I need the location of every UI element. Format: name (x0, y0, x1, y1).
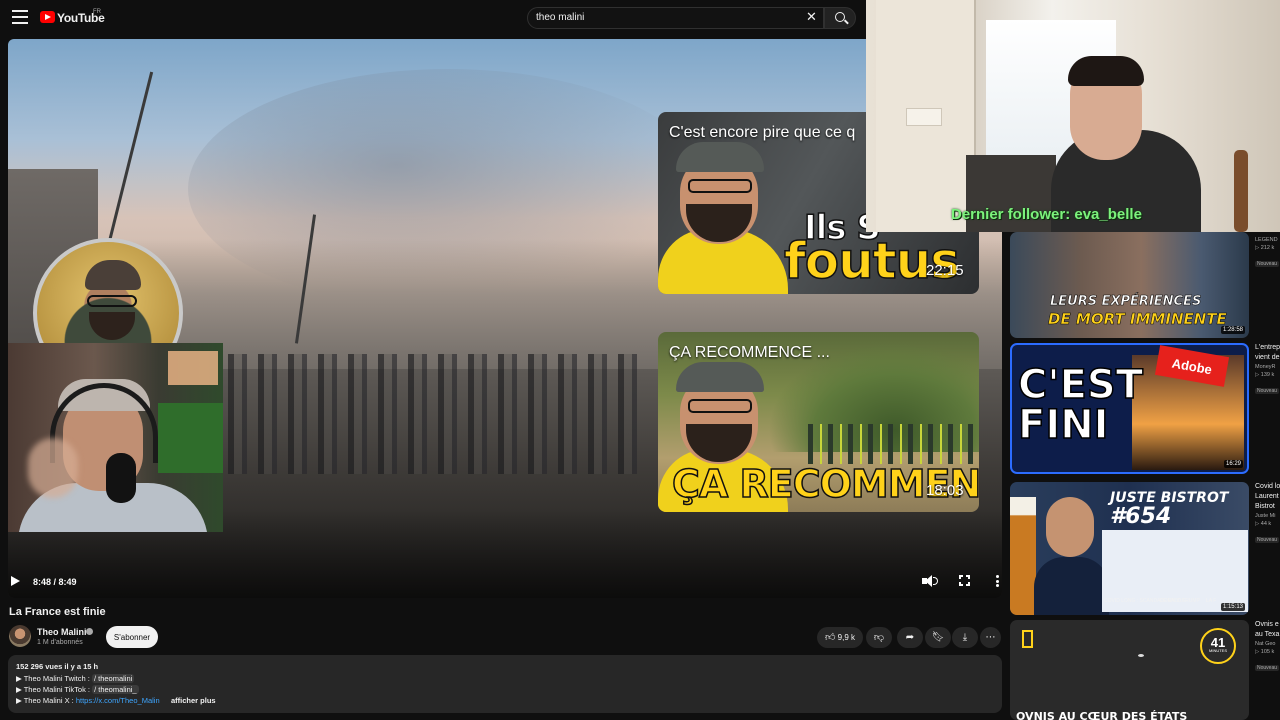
overlay-thumbnail-caption: C'est encore pire que ce q (669, 124, 856, 141)
description-line: ▶ Theo Malini X : https://x.com/Theo_Mal… (16, 696, 160, 705)
recommended-title: Ovnis e (1255, 621, 1279, 628)
dislike-button[interactable]: 👎︎ (866, 627, 892, 648)
time-display: 8:48 / 8:49 (33, 577, 77, 587)
youtube-logo-icon[interactable] (40, 11, 55, 23)
thumbnail-soldiers (808, 424, 978, 464)
new-badge: Nouveau (1255, 261, 1280, 267)
thumbnail-person (1034, 497, 1109, 615)
recommended-views: ▷ 105 k (1255, 649, 1275, 655)
x-link[interactable]: https://x.com/Theo_Malin (76, 696, 160, 705)
thumbnail-label: LA F (1206, 598, 1217, 604)
nat-geo-logo (1022, 630, 1033, 648)
verified-icon (86, 628, 93, 635)
recommended-views: ▷ 139 k (1255, 372, 1275, 378)
play-icon[interactable] (11, 576, 20, 586)
overlay-thumbnail-duration: 22:15 (926, 262, 964, 279)
video-title: La France est finie (9, 606, 106, 618)
thumbnail-person (658, 134, 788, 294)
more-actions-button[interactable]: ⋯ (980, 627, 1001, 648)
search-button[interactable] (824, 7, 856, 29)
channel-name[interactable]: Theo Malini (37, 627, 87, 637)
download-button[interactable]: ⤓ (952, 627, 978, 648)
thumbs-up-icon: 👍︎ (824, 631, 836, 643)
recommended-title-line3: Bistrot (1255, 503, 1275, 510)
recommended-meta[interactable]: Covid lo Laurent Bistrot Juste Mi ▷ 44 k… (1255, 482, 1280, 546)
recommended-channel: Nat Geo (1255, 641, 1276, 647)
more-horizontal-icon: ⋯ (985, 631, 996, 643)
subscriber-count: 1 M d'abonnés (37, 639, 83, 646)
recommended-title: L'entrep (1255, 344, 1280, 351)
share-icon: ➦ (905, 631, 915, 643)
recommended-title-line2: Laurent (1255, 493, 1279, 500)
last-follower-alert: Dernier follower: eva_belle (951, 206, 1142, 223)
video-duration: 1:28:58 (1220, 326, 1245, 334)
subscribe-button[interactable]: S'abonner (106, 626, 158, 648)
thumbnail-headline: C'EST FINI (1017, 362, 1144, 448)
tiktok-link[interactable]: / theomalini_ (92, 685, 139, 694)
clear-search-icon[interactable]: ✕ (806, 10, 817, 23)
video-duration: 16:29 (1223, 460, 1243, 468)
recommended-thumbnail[interactable]: LEURS EXPÉRIENCES DE MORT IMMINENTE 1:28… (1010, 232, 1249, 338)
twitch-link[interactable]: / theomalini (91, 674, 135, 683)
recommended-meta[interactable]: L'entrep vient de MoneyR ▷ 139 k Nouveau (1255, 343, 1280, 397)
overlay-video-thumbnail-2[interactable]: ÇA RECOMMENCE ... ÇA RECOMMENCE... 18:03 (658, 332, 979, 512)
thumbnail-headline: OVNIS AU CŒUR DES ÉTATS (1016, 710, 1188, 720)
description-line: ▶ Theo Malini Twitch : / theomalini (16, 674, 135, 683)
video-frame-crowd (228, 354, 648, 474)
new-badge: Nouveau (1255, 388, 1280, 394)
fullscreen-icon[interactable] (958, 574, 971, 587)
video-duration: 1:15:13 (1220, 603, 1245, 611)
views-and-date: 152 296 vues il y a 15 h (16, 662, 99, 671)
duration-badge: 41 MINUTES (1200, 628, 1236, 664)
share-button[interactable]: ➦ (897, 627, 923, 648)
thumbnail-headline: LEURS EXPÉRIENCES (1050, 294, 1202, 310)
recommended-thumbnail[interactable]: 41 MINUTES OVNIS AU CŒUR DES ÉTATS (1010, 620, 1249, 720)
like-button[interactable]: 👍︎ 9,9 k (817, 627, 863, 648)
recommended-title-line2: au Texa (1255, 631, 1280, 638)
search-input-value[interactable]: theo malini (536, 12, 584, 23)
thumbnail-label: DONALD TRUMP (1160, 598, 1200, 604)
recommended-title-line2: vient de (1255, 354, 1280, 361)
bookmark-icon: 🔖︎ (931, 631, 945, 643)
recommended-thumbnail[interactable]: JUSTE BISTROT #654 COVID LONG : SCANDALE… (1010, 482, 1249, 615)
recommended-channel: Juste Mi (1255, 513, 1276, 519)
streamer-webcam (866, 0, 1280, 232)
recommended-title: LEGEND (1255, 237, 1278, 243)
more-options-icon[interactable] (996, 575, 999, 587)
menu-icon[interactable] (12, 10, 28, 24)
thumbnail-headline: DE MORT IMMINENTE (1048, 310, 1227, 329)
avatar[interactable] (9, 625, 31, 647)
overlay-thumbnail-headline: foutus (783, 231, 960, 291)
overlay-thumbnail-caption: ÇA RECOMMENCE ... (669, 344, 830, 361)
recommended-thumbnail[interactable]: Adobe C'EST FINI 16:29 (1010, 343, 1249, 474)
country-code: FR (93, 9, 101, 15)
overlay-thumbnail-duration: 18:03 (926, 482, 964, 499)
webcam-reaction-overlay (8, 343, 223, 532)
recommended-views: ▷ 212 k (1255, 245, 1275, 251)
recommended-meta[interactable]: LEGEND ▷ 212 k Nouveau (1255, 236, 1280, 270)
show-more-button[interactable]: afficher plus (171, 696, 216, 705)
thumbnail-headline: #654 (1110, 504, 1172, 529)
description-line: ▶ Theo Malini TikTok : / theomalini_ (16, 685, 139, 694)
thumbnail-ufo (1138, 654, 1144, 657)
recommended-views: ▷ 44 k (1255, 521, 1272, 527)
like-count: 9,9 k (837, 633, 856, 642)
recommended-channel: MoneyR (1255, 364, 1276, 370)
volume-icon[interactable] (922, 575, 938, 587)
new-badge: Nouveau (1255, 665, 1280, 671)
new-badge: Nouveau (1255, 537, 1280, 543)
thumbs-down-icon: 👎︎ (873, 631, 885, 643)
recommended-meta[interactable]: Ovnis e au Texa Nat Geo ▷ 105 k Nouveau (1255, 620, 1280, 674)
download-icon: ⤓ (962, 631, 968, 643)
recommended-title: Covid lo (1255, 483, 1280, 490)
thumbnail-beer (1010, 497, 1036, 615)
save-button[interactable]: 🔖︎ (925, 627, 951, 648)
